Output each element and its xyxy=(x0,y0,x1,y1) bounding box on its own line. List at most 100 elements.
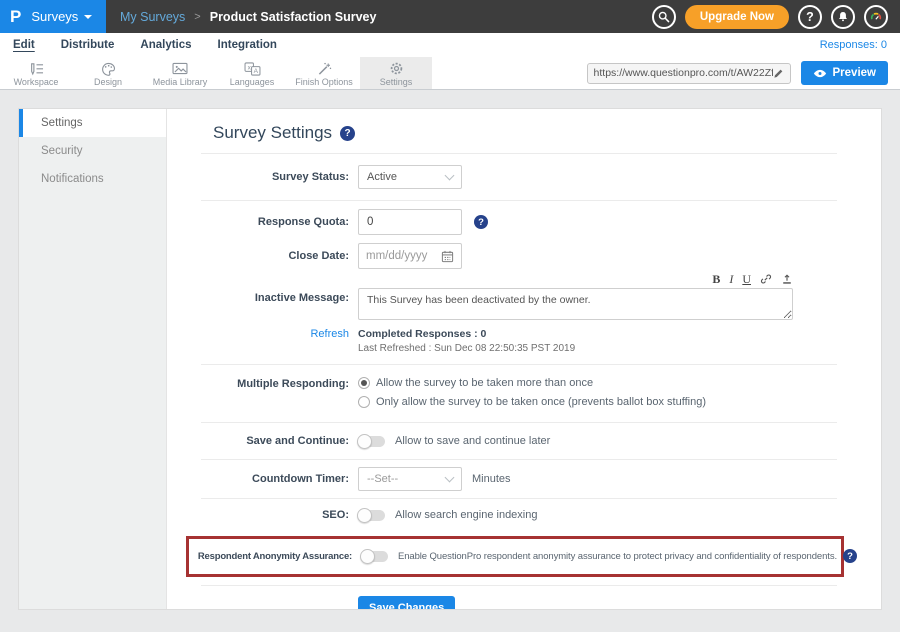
tab-finish-options[interactable]: Finish Options xyxy=(288,57,360,89)
chevron-down-icon xyxy=(445,472,455,482)
tab-settings-label: Settings xyxy=(380,77,413,87)
tab-media-library-label: Media Library xyxy=(153,77,208,87)
multiple-responding-row: Multiple Responding: Allow the survey to… xyxy=(201,364,837,422)
sidebar-item-notifications[interactable]: Notifications xyxy=(19,165,166,193)
countdown-timer-value: --Set-- xyxy=(367,473,398,485)
tab-design[interactable]: Design xyxy=(72,57,144,89)
anonymity-label: Respondent Anonymity Assurance: xyxy=(194,551,352,562)
settings-main: Survey Settings ? Survey Status: Active … xyxy=(167,109,881,609)
sidebar-item-security[interactable]: Security xyxy=(19,137,166,165)
settings-sidebar: Settings Security Notifications xyxy=(19,109,167,609)
gauge-icon xyxy=(870,11,882,23)
chevron-down-icon xyxy=(84,15,92,19)
seo-toggle[interactable] xyxy=(358,510,385,521)
question-mark-icon: ? xyxy=(806,10,814,24)
richtext-toolbar: B I U xyxy=(358,273,793,285)
radio-option-label: Only allow the survey to be taken once (… xyxy=(376,396,706,408)
refresh-link[interactable]: Refresh xyxy=(201,328,349,340)
image-icon xyxy=(172,61,188,76)
radio-selected-icon[interactable] xyxy=(358,377,370,389)
nav-tab-integration[interactable]: Integration xyxy=(218,39,277,51)
score-gauge-button[interactable] xyxy=(864,5,888,29)
seo-row: SEO: Allow search engine indexing xyxy=(201,498,837,532)
tab-settings[interactable]: Settings xyxy=(360,57,432,89)
completed-responses: Completed Responses : 0 xyxy=(358,328,575,340)
survey-status-row: Survey Status: Active xyxy=(201,153,837,200)
breadcrumb-separator: > xyxy=(194,11,200,23)
italic-icon[interactable]: I xyxy=(729,273,733,285)
search-button[interactable] xyxy=(652,5,676,29)
survey-status-select[interactable]: Active xyxy=(358,165,462,189)
top-header: P Surveys My Surveys > Product Satisfact… xyxy=(0,0,900,33)
close-date-row: Close Date: mm/dd/yyyy xyxy=(201,243,837,269)
header-actions: Upgrade Now ? xyxy=(652,5,900,29)
close-date-placeholder: mm/dd/yyyy xyxy=(366,250,427,262)
palette-icon xyxy=(101,61,116,76)
product-switcher[interactable]: P Surveys xyxy=(0,0,106,33)
upgrade-now-button[interactable]: Upgrade Now xyxy=(685,5,789,29)
breadcrumb: My Surveys > Product Satisfaction Survey xyxy=(120,10,376,24)
save-continue-toggle[interactable] xyxy=(358,436,385,447)
nav-tab-edit[interactable]: Edit xyxy=(13,39,35,51)
save-continue-row: Save and Continue: Allow to save and con… xyxy=(201,422,837,459)
countdown-timer-row: Countdown Timer: --Set-- Minutes xyxy=(201,459,837,498)
tab-languages-label: Languages xyxy=(230,77,275,87)
save-changes-button[interactable]: Save Changes xyxy=(358,596,455,609)
sidebar-item-settings[interactable]: Settings xyxy=(19,109,166,137)
tab-media-library[interactable]: Media Library xyxy=(144,57,216,89)
calendar-icon[interactable] xyxy=(441,250,454,263)
tab-workspace[interactable]: Workspace xyxy=(0,57,72,89)
surveys-menu[interactable]: Surveys xyxy=(31,9,92,24)
refresh-row: Refresh Completed Responses : 0 Last Ref… xyxy=(201,328,837,354)
anonymity-highlight-box: Respondent Anonymity Assurance: Enable Q… xyxy=(186,536,844,577)
multiple-responding-label: Multiple Responding: xyxy=(201,377,349,390)
survey-settings-help-icon[interactable]: ? xyxy=(340,126,355,141)
help-button[interactable]: ? xyxy=(798,5,822,29)
anonymity-help-icon[interactable]: ? xyxy=(843,549,857,563)
radio-unselected-icon[interactable] xyxy=(358,396,370,408)
title-row: Survey Settings ? xyxy=(201,109,837,153)
inactive-message-row: Inactive Message: B I U xyxy=(201,273,837,323)
edit-toolbar: Workspace Design Media Library x A xyxy=(0,57,900,90)
anonymity-desc: Enable QuestionPro respondent anonymity … xyxy=(398,551,837,562)
underline-icon[interactable]: U xyxy=(742,273,751,285)
edit-pencil-icon[interactable] xyxy=(773,68,784,79)
toggle-knob xyxy=(360,549,375,564)
close-date-label: Close Date: xyxy=(201,250,349,262)
response-quota-row: Response Quota: ? xyxy=(201,209,837,235)
survey-status-label: Survey Status: xyxy=(201,171,349,183)
survey-nav: Edit Distribute Analytics Integration Re… xyxy=(0,33,900,57)
upload-image-icon[interactable] xyxy=(781,273,793,285)
eye-icon xyxy=(813,69,827,78)
anonymity-toggle[interactable] xyxy=(361,551,388,562)
tab-languages[interactable]: x A Languages xyxy=(216,57,288,89)
link-icon[interactable] xyxy=(760,273,772,285)
close-date-input[interactable]: mm/dd/yyyy xyxy=(358,243,462,269)
countdown-timer-label: Countdown Timer: xyxy=(201,473,349,485)
last-refreshed: Last Refreshed : Sun Dec 08 22:50:35 PST… xyxy=(358,343,575,354)
preview-button[interactable]: Preview xyxy=(801,61,888,85)
notifications-button[interactable] xyxy=(831,5,855,29)
toggle-knob xyxy=(357,508,372,523)
inactive-message-editor: B I U xyxy=(358,273,793,323)
countdown-timer-select[interactable]: --Set-- xyxy=(358,467,462,491)
countdown-timer-units: Minutes xyxy=(472,473,511,485)
tab-workspace-label: Workspace xyxy=(14,77,59,87)
survey-url-field[interactable]: https://www.questionpro.com/t/AW22Zf4yf xyxy=(587,63,791,84)
preview-button-label: Preview xyxy=(833,67,876,79)
radio-option-once-only[interactable]: Only allow the survey to be taken once (… xyxy=(358,396,706,408)
inactive-message-textarea[interactable]: This Survey has been deactivated by the … xyxy=(358,288,793,320)
nav-tab-analytics[interactable]: Analytics xyxy=(140,39,191,51)
survey-status-value: Active xyxy=(367,171,397,183)
inactive-message-label: Inactive Message: xyxy=(201,273,349,304)
response-quota-help-icon[interactable]: ? xyxy=(474,215,488,229)
workspace-icon xyxy=(28,61,45,76)
nav-tab-distribute[interactable]: Distribute xyxy=(61,39,115,51)
bold-icon[interactable]: B xyxy=(712,273,720,285)
svg-text:A: A xyxy=(253,68,258,75)
breadcrumb-my-surveys[interactable]: My Surveys xyxy=(120,10,185,24)
responses-count[interactable]: Responses: 0 xyxy=(820,39,887,51)
radio-option-multiple-allowed[interactable]: Allow the survey to be taken more than o… xyxy=(358,377,706,389)
response-quota-input[interactable] xyxy=(358,209,462,235)
translate-icon: x A xyxy=(244,61,261,76)
